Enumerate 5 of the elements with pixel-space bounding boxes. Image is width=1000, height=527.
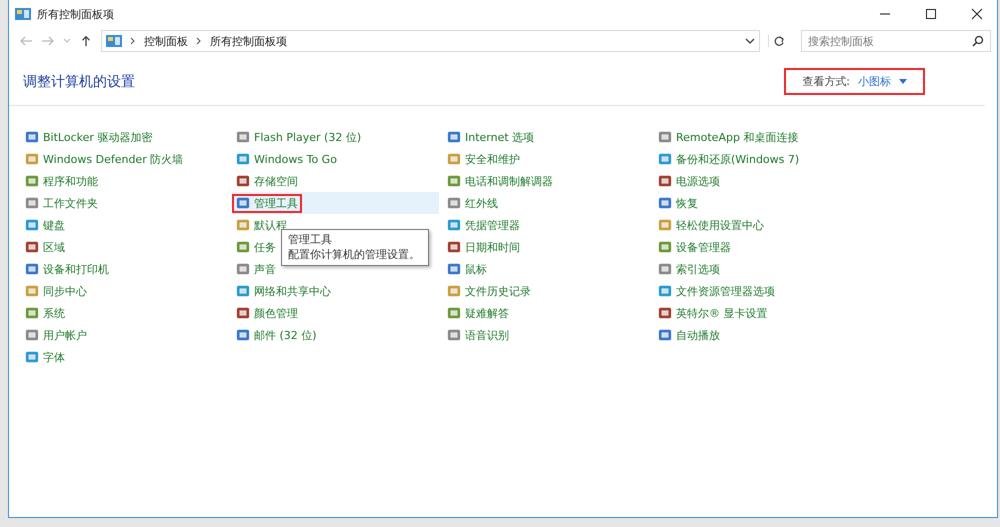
tooltip-text: 配置你计算机的管理设置。 — [288, 247, 420, 262]
view-by-label: 查看方式: — [802, 74, 850, 89]
page-heading: 调整计算机的设置 — [23, 72, 135, 90]
window-title: 所有控制面板项 — [37, 6, 114, 22]
tooltip-title: 管理工具 — [288, 232, 333, 247]
